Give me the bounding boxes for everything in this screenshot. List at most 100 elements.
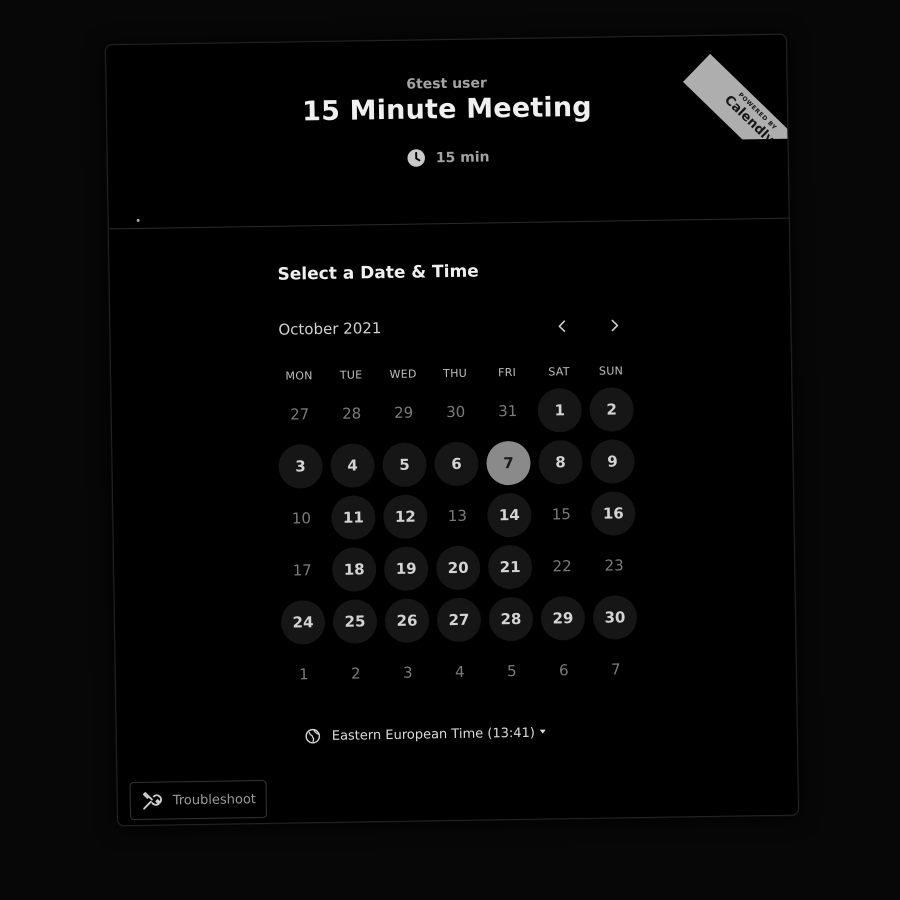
calendar-cell: 23: [588, 539, 641, 592]
calendar-cell: 22: [536, 540, 589, 593]
calendar-cell: 6: [537, 644, 590, 697]
calendar-day-unavailable: 29: [394, 403, 414, 422]
calendar-cell: 28: [485, 593, 538, 646]
calendar-cell: 10: [275, 492, 328, 545]
calendar-cell: 27: [273, 388, 326, 441]
calendar-cell: 5: [485, 645, 538, 698]
weekday-header-sat: SAT: [548, 365, 570, 379]
calendar-cell: 19: [380, 542, 433, 595]
calendar-day-available[interactable]: 3: [278, 444, 323, 489]
weekday-header-tue: TUE: [339, 368, 363, 382]
calendar-cell: 11: [327, 491, 380, 544]
calendar-day-unavailable: 13: [447, 506, 468, 526]
calendar-day-available[interactable]: 26: [384, 598, 430, 644]
booking-card: 6test user 15 Minute Meeting 15 min POWE…: [105, 34, 799, 826]
calendar-day-unavailable: 22: [552, 557, 572, 576]
chevron-left-icon: [558, 320, 566, 333]
calendar-day-unavailable: 3: [402, 663, 413, 682]
calendar-day-available[interactable]: 5: [382, 442, 427, 488]
duration-label: 15 min: [435, 148, 490, 166]
calendar-cell: 24: [277, 596, 330, 649]
calendar-cell: 17: [276, 544, 329, 597]
calendar-day-available[interactable]: 11: [331, 495, 376, 540]
calendar-day-available[interactable]: 12: [383, 494, 428, 540]
calendar-cell: 25: [329, 595, 382, 648]
powered-by-calendly-badge[interactable]: POWERED BY Calendly: [682, 35, 788, 141]
calendar-cell: 1: [277, 648, 330, 701]
caret-down-icon: [539, 729, 546, 734]
troubleshoot-button[interactable]: Troubleshoot: [129, 779, 268, 821]
calendar-cell: 4: [326, 439, 379, 492]
calendar-day-available[interactable]: 1: [537, 387, 583, 433]
calendar-day-unavailable: 10: [291, 509, 312, 528]
calendar-cell: 27: [433, 594, 486, 647]
calendar-day-available[interactable]: 6: [434, 441, 479, 487]
calendar-cell: 28: [325, 387, 378, 440]
calendar-day-available[interactable]: 30: [592, 595, 638, 640]
calendar-day-available[interactable]: 19: [383, 546, 429, 592]
calendar-cell: 18: [328, 543, 381, 596]
timezone-selector[interactable]: Eastern European Time (13:41): [305, 725, 546, 745]
calendar-day-available[interactable]: 16: [590, 491, 636, 536]
calendar-day-available[interactable]: 9: [590, 439, 635, 484]
calendar-day-unavailable: 15: [551, 505, 572, 524]
badge-ribbon: POWERED BY Calendly: [682, 53, 788, 141]
calendar-day-available[interactable]: 21: [487, 544, 533, 590]
calendar-day-available[interactable]: 28: [488, 596, 534, 642]
calendar-day-available[interactable]: 27: [436, 597, 482, 643]
troubleshoot-label: Troubleshoot: [172, 791, 257, 808]
calendar-cell: 16: [587, 487, 640, 540]
calendar-day-unavailable: 17: [292, 561, 312, 580]
calendar-cell: 3: [274, 440, 327, 493]
calendar-cell: 7: [482, 437, 535, 490]
calendar-cell: 15: [535, 488, 588, 541]
calendar-day-available[interactable]: 24: [280, 600, 326, 645]
calendar-cell: 29: [537, 592, 590, 645]
calendar-cell: 26: [381, 594, 434, 647]
calendar-cell: 30: [589, 591, 642, 644]
calendar-cell: 20: [432, 542, 485, 595]
calendar-cell: 7: [589, 643, 642, 696]
previous-month-button[interactable]: [550, 314, 574, 338]
calendar-day-available[interactable]: 18: [331, 547, 377, 592]
calendar-cell: 2: [329, 647, 382, 700]
calendar-day-available[interactable]: 8: [538, 439, 583, 485]
weekday-header-wed: WED: [389, 367, 417, 381]
globe-icon: [305, 728, 321, 744]
calendar-day-available[interactable]: 2: [589, 387, 635, 432]
calendar-day-available[interactable]: 25: [332, 599, 378, 644]
calendar-cell: 1: [533, 384, 586, 437]
calendar-cell: 30: [429, 386, 482, 439]
calendar-day-unavailable: 4: [454, 662, 465, 681]
calendar-day-unavailable: 31: [498, 401, 518, 421]
calendar-cell: 31: [481, 385, 534, 438]
calendar-cell: 5: [378, 438, 431, 491]
calendar-day-available[interactable]: 20: [435, 545, 481, 591]
weekday-header-mon: MON: [285, 369, 313, 383]
chevron-right-icon: [611, 319, 619, 332]
divider-dot: [136, 218, 140, 222]
calendar-day-unavailable: 2: [350, 664, 361, 683]
calendar-cell: 3: [381, 646, 434, 699]
calendar-day-available[interactable]: 4: [330, 443, 375, 488]
calendar-day-unavailable: 5: [506, 662, 517, 681]
calendar-day-selected[interactable]: 7: [486, 440, 531, 486]
calendar-day-unavailable: 7: [610, 660, 621, 679]
weekday-header-sun: SUN: [598, 364, 624, 378]
calendar-day-unavailable: 30: [446, 402, 466, 422]
timezone-label: Eastern European Time (13:41): [331, 725, 536, 744]
calendar-cell: 4: [433, 646, 486, 699]
calendar-day-unavailable: 27: [290, 405, 310, 424]
next-month-button[interactable]: [602, 313, 626, 337]
calendar-cell: 6: [430, 438, 483, 491]
calendar-cell: 29: [377, 386, 430, 439]
calendar-day-available[interactable]: 14: [487, 492, 532, 538]
calendar-cell: 14: [483, 489, 536, 542]
calendar-day-unavailable: 28: [342, 404, 362, 423]
wrench-icon: [142, 792, 162, 810]
calendar-cell: 12: [379, 490, 432, 543]
calendar-day-unavailable: 6: [558, 661, 569, 680]
calendar-day-available[interactable]: 29: [540, 595, 586, 641]
calendar-cell: 21: [484, 541, 537, 594]
weekday-header-thu: THU: [443, 366, 468, 381]
